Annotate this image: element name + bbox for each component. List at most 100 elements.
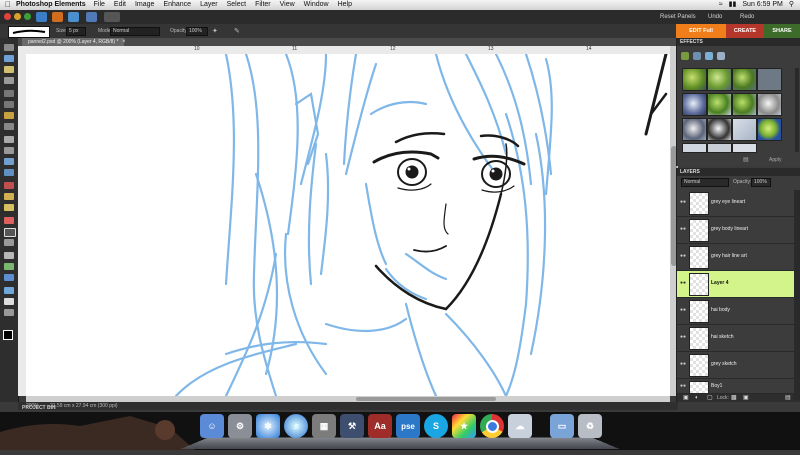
reset-panels-button[interactable]: Reset Panels	[660, 12, 696, 22]
new-icon[interactable]	[52, 12, 63, 22]
menu-image[interactable]: Image	[135, 0, 154, 10]
mode-select[interactable]: Normal	[110, 27, 160, 36]
help-icon[interactable]	[86, 12, 97, 22]
effect-thumbnail[interactable]	[707, 93, 732, 116]
brush-preset-picker[interactable]	[8, 26, 50, 38]
pencil-tool-icon[interactable]	[4, 309, 14, 316]
pse-icon[interactable]: pse	[396, 414, 420, 438]
paint-bucket-tool-icon[interactable]	[4, 252, 14, 259]
save-icon[interactable]	[68, 12, 79, 22]
layer-opacity-field[interactable]: 100%	[751, 178, 771, 187]
zoom-window-button[interactable]	[24, 13, 31, 20]
tab-edit[interactable]: EDIT Full	[676, 24, 726, 38]
close-document-icon[interactable]: ×	[122, 38, 126, 46]
wifi-icon[interactable]: ≈	[719, 0, 723, 10]
undo-button[interactable]: Undo	[708, 12, 722, 22]
dictionary-icon[interactable]: Aa	[368, 414, 392, 438]
selection-brush-tool-icon[interactable]	[4, 123, 14, 130]
menu-file[interactable]: File	[94, 0, 105, 10]
size-field[interactable]: 5 px	[66, 27, 86, 36]
organizer-icon[interactable]	[36, 12, 47, 22]
move-tool-icon[interactable]	[4, 44, 14, 51]
visibility-eye-icon[interactable]: ●●	[680, 227, 686, 232]
drawing-canvas[interactable]	[26, 54, 670, 396]
magic-wand-tool-icon[interactable]	[4, 112, 14, 119]
filters-icon[interactable]	[681, 52, 689, 60]
lock-transparent-icon[interactable]: ▩	[731, 394, 737, 402]
layer-row[interactable]: ●● Boy1	[677, 379, 795, 394]
trash-effect-icon[interactable]: ▤	[743, 156, 749, 163]
safari-icon[interactable]: ✻	[256, 414, 280, 438]
photo-effects-icon[interactable]	[705, 52, 713, 60]
opacity-field[interactable]: 100%	[186, 27, 208, 36]
clone-stamp-tool-icon[interactable]	[4, 204, 14, 211]
finder-icon[interactable]: ☺	[200, 414, 224, 438]
game-center-icon[interactable]: ★	[452, 414, 476, 438]
eyedropper-tool-icon[interactable]	[4, 77, 14, 84]
layer-row[interactable]: ●● grey body lineart	[677, 217, 795, 244]
blend-mode-select[interactable]: Normal	[681, 178, 729, 187]
layer-row[interactable]: ●● grey eye lineart	[677, 190, 795, 217]
menu-help[interactable]: Help	[338, 0, 352, 10]
new-layer-icon[interactable]: ▣	[683, 394, 689, 402]
itunes-icon[interactable]: ♫	[284, 414, 308, 438]
foreground-color-swatch[interactable]	[3, 330, 13, 340]
adjustment-layer-icon[interactable]: ◐	[695, 394, 699, 402]
effect-thumbnail[interactable]	[732, 68, 757, 91]
workspace-icon[interactable]	[104, 12, 120, 22]
effect-thumbnail[interactable]	[707, 68, 732, 91]
chrome-icon[interactable]	[480, 414, 504, 438]
apply-button[interactable]: Apply	[769, 157, 782, 163]
visibility-eye-icon[interactable]: ●●	[680, 281, 686, 286]
xcode-icon[interactable]: ⚒	[340, 414, 364, 438]
airbrush-icon[interactable]: ✦	[212, 27, 218, 35]
tablet-options-icon[interactable]: ✎	[234, 27, 240, 35]
red-eye-tool-icon[interactable]	[4, 182, 14, 189]
menu-filter[interactable]: Filter	[255, 0, 271, 10]
effect-thumbnail[interactable]	[757, 93, 782, 116]
brush-tool-icon[interactable]	[4, 228, 16, 237]
tab-share[interactable]: SHARE	[764, 24, 800, 38]
layer-row[interactable]: ●● hai body	[677, 298, 795, 325]
type-tool-icon[interactable]	[4, 136, 14, 143]
effects-scrollbar[interactable]	[795, 68, 799, 152]
layer-row[interactable]: ●● hai sketch	[677, 325, 795, 352]
visibility-eye-icon[interactable]: ●●	[680, 254, 686, 259]
battery-icon[interactable]: ▮▮	[729, 0, 737, 10]
healing-brush-tool-icon[interactable]	[4, 193, 14, 200]
redo-button[interactable]: Redo	[740, 12, 754, 22]
visibility-eye-icon[interactable]: ●●	[680, 384, 686, 389]
skype-icon[interactable]: S	[424, 414, 448, 438]
lasso-tool-icon[interactable]	[4, 101, 14, 108]
layer-row-selected[interactable]: ●● Layer 4	[677, 271, 795, 298]
zoom-tool-icon[interactable]	[4, 55, 14, 62]
effect-thumbnail[interactable]	[682, 118, 707, 141]
visibility-eye-icon[interactable]: ●●	[680, 362, 686, 367]
crop-tool-icon[interactable]	[4, 147, 14, 154]
effect-thumbnail[interactable]	[732, 143, 757, 153]
effect-thumbnail[interactable]	[682, 143, 707, 153]
marquee-tool-icon[interactable]	[4, 90, 14, 97]
effect-thumbnail[interactable]	[707, 143, 732, 153]
layers-scrollbar[interactable]	[794, 190, 800, 400]
preview-icon[interactable]: ☁	[508, 414, 532, 438]
close-window-button[interactable]	[4, 13, 11, 20]
folder-icon[interactable]: ▭	[550, 414, 574, 438]
hand-tool-icon[interactable]	[4, 66, 14, 73]
layer-row[interactable]: ●● grey sketch	[677, 352, 795, 379]
shape-tool-icon[interactable]	[4, 274, 14, 281]
effect-thumbnail[interactable]	[682, 68, 707, 91]
delete-layer-icon[interactable]: ▤	[785, 394, 791, 402]
menu-view[interactable]: View	[280, 0, 295, 10]
smart-brush-tool-icon[interactable]	[4, 239, 14, 246]
menu-window[interactable]: Window	[304, 0, 329, 10]
calculator-icon[interactable]: ▦	[312, 414, 336, 438]
app-menu[interactable]: Photoshop Elements	[16, 0, 86, 10]
effect-thumbnail[interactable]	[732, 93, 757, 116]
spotlight-icon[interactable]: ⚲	[789, 0, 794, 10]
horizontal-scroll-thumb[interactable]	[356, 397, 496, 401]
system-preferences-icon[interactable]: ⚙	[228, 414, 252, 438]
sponge-tool-icon[interactable]	[4, 298, 14, 305]
apple-icon[interactable]: 	[0, 0, 16, 10]
visibility-eye-icon[interactable]: ●●	[680, 308, 686, 313]
